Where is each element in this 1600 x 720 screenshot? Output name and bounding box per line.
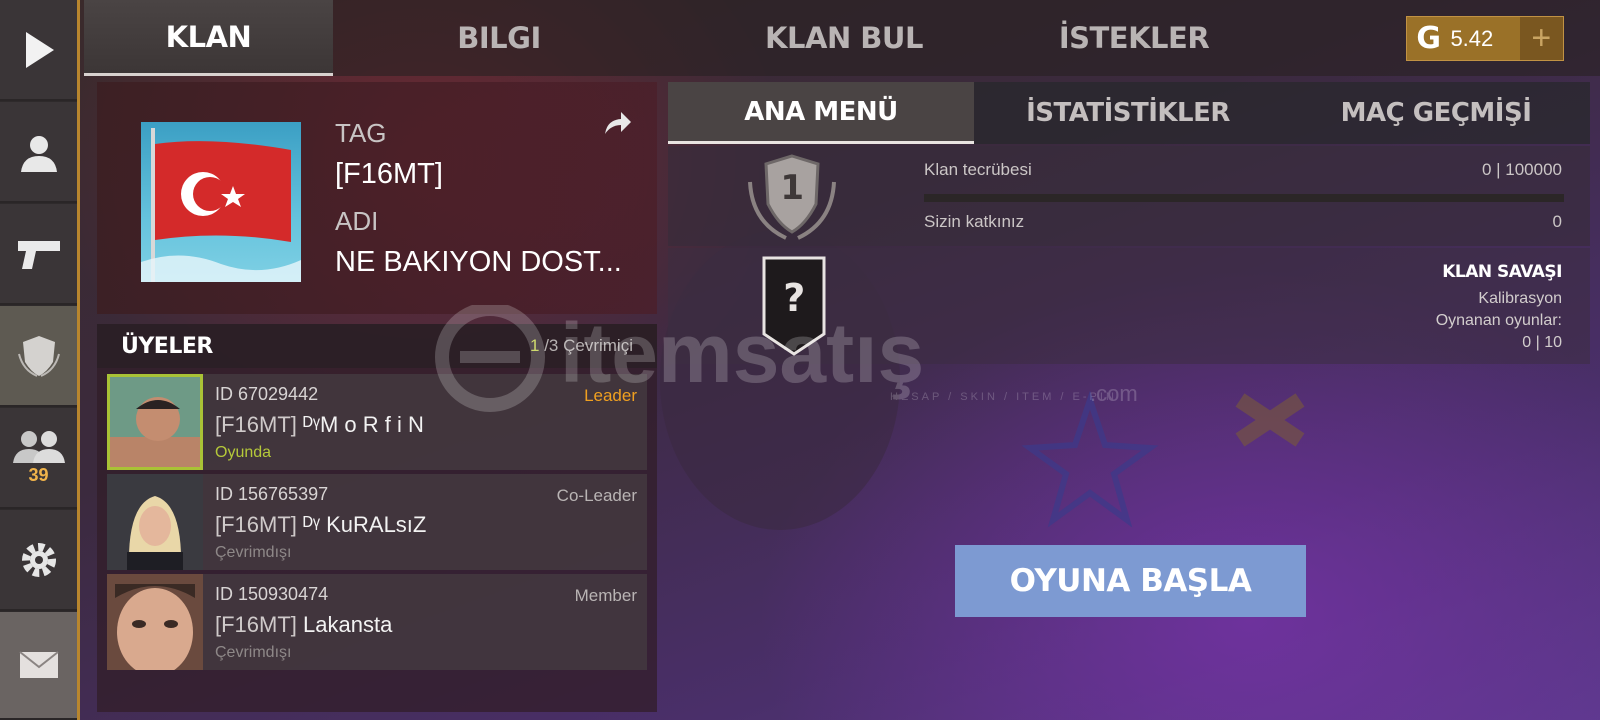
gold-icon: G [1416, 21, 1442, 56]
play-icon [25, 31, 54, 68]
friends-count: 39 [28, 465, 49, 485]
member-status: Çevrimdışı [215, 644, 292, 661]
xp-label: Klan tecrübesi [924, 160, 1032, 179]
member-status: Çevrimdışı [215, 544, 292, 561]
sidebar: 39 [0, 0, 80, 720]
member-tag: [F16MT] [215, 412, 297, 437]
tab-mac-gecmisi[interactable]: MAÇ GEÇMİŞİ [1282, 82, 1590, 144]
tag-value: [F16MT] [335, 158, 443, 190]
member-nickname: ᴰᵞM o R f i N [303, 412, 424, 437]
member-role: Member [574, 586, 637, 605]
top-tab-bar: KLAN BILGI KLAN BUL İSTEKLER [84, 0, 1600, 76]
pistol-icon [17, 240, 60, 269]
profile-nav-button[interactable] [0, 102, 77, 203]
clan-name-value: NE BAKIYON DOST... [335, 246, 622, 278]
contribution-label: Sizin katkınız [924, 212, 1025, 231]
member-name: [F16MT] ᴰᵞM o R f i N [215, 412, 424, 438]
games-played-value: 0 | 10 [1522, 334, 1562, 351]
background-cross [1235, 393, 1305, 447]
clan-flag-image [141, 122, 301, 282]
gold-amount: 5.42 [1450, 25, 1494, 51]
background-star [1021, 390, 1159, 528]
member-status: Oyunda [215, 444, 272, 461]
member-nickname: ᴰᵞ KuRALsıZ [303, 512, 427, 537]
clan-info-card: TAG [F16MT] ADI NE BAKIYON DOST... [97, 82, 657, 314]
tab-istekler[interactable]: İSTEKLER [1024, 0, 1244, 76]
member-id: ID 150930474 [215, 584, 329, 604]
tab-bilgi[interactable]: BILGI [414, 0, 584, 76]
friends-icon [12, 431, 65, 463]
friends-nav-button[interactable]: 39 [0, 408, 77, 509]
play-nav-button[interactable] [0, 0, 77, 101]
member-tag: [F16MT] [215, 612, 297, 637]
member-row[interactable]: ID 156765397 Co-Leader [F16MT] ᴰᵞ KuRALs… [107, 474, 647, 570]
member-avatar [107, 374, 203, 470]
tag-label: TAG [335, 118, 387, 148]
watermark-brand: itemsatış [560, 306, 925, 400]
tab-istatistikler[interactable]: İSTATİSTİKLER [974, 82, 1282, 144]
xp-value: 0 | 100000 [1481, 160, 1562, 179]
contribution-value: 0 [1552, 212, 1562, 231]
currency-display: G 5.42 + [1406, 16, 1564, 61]
mail-icon [18, 651, 59, 678]
sub-tab-bar: ANA MENÜ İSTATİSTİKLER MAÇ GEÇMİŞİ [668, 82, 1590, 144]
gear-icon [21, 542, 56, 577]
watermark-tagline: HESAP / SKIN / ITEM / E-PIN [890, 391, 1117, 403]
xp-progress-bar [924, 194, 1564, 202]
member-id: ID 67029442 [215, 384, 319, 404]
share-icon[interactable] [603, 110, 633, 136]
member-name: [F16MT] Lakansta [215, 612, 392, 638]
weapons-nav-button[interactable] [0, 204, 77, 305]
settings-nav-button[interactable] [0, 510, 77, 611]
clan-level: 1 [780, 168, 804, 208]
member-role: Co-Leader [556, 486, 637, 505]
clan-war-title: KLAN SAVAŞI [1442, 262, 1562, 282]
member-avatar [107, 474, 203, 570]
start-game-button[interactable]: OYUNA BAŞLA [955, 545, 1306, 617]
tab-ana-menu[interactable]: ANA MENÜ [668, 82, 974, 144]
clan-shield-icon [17, 335, 60, 377]
tab-klan-bul[interactable]: KLAN BUL [734, 0, 954, 76]
member-id: ID 156765397 [215, 484, 329, 504]
members-title: ÜYELER [121, 333, 213, 359]
add-gold-button[interactable]: + [1519, 17, 1563, 60]
name-label: ADI [335, 206, 379, 236]
member-avatar [107, 574, 203, 670]
mail-nav-button[interactable] [0, 612, 77, 720]
clan-nav-button[interactable] [0, 306, 77, 407]
clan-war-status: Kalibrasyon [1478, 290, 1562, 307]
tab-klan[interactable]: KLAN [84, 0, 333, 76]
member-name: [F16MT] ᴰᵞ KuRALsıZ [215, 512, 426, 538]
member-row[interactable]: ID 150930474 Member [F16MT] Lakansta Çev… [107, 574, 647, 670]
profile-icon [20, 135, 57, 172]
watermark: itemsatış HESAP / SKIN / ITEM / E-PIN .c… [430, 302, 1150, 415]
games-played-label: Oynanan oyunlar: [1435, 312, 1562, 329]
watermark-domain: .com [1090, 381, 1138, 406]
experience-panel: 1 Klan tecrübesi 0 | 100000 Sizin katkın… [668, 146, 1590, 246]
member-tag: [F16MT] [215, 512, 297, 537]
member-nickname: Lakansta [303, 612, 393, 637]
